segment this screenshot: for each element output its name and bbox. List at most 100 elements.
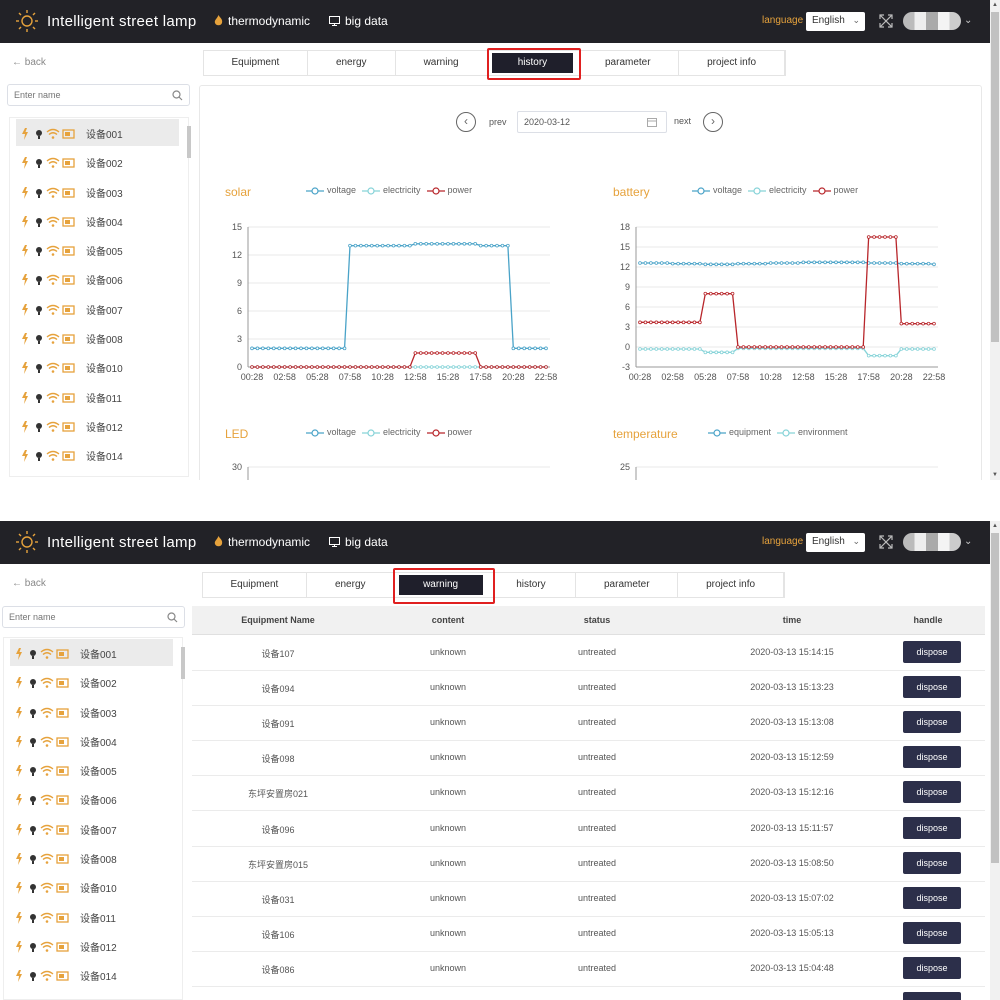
device-list-item[interactable]: 设备002 — [10, 147, 188, 176]
tab-energy[interactable]: energy — [307, 51, 396, 75]
device-list-item[interactable]: 设备001 — [10, 118, 188, 147]
calendar-icon[interactable] — [647, 117, 657, 127]
search-icon[interactable] — [167, 612, 178, 623]
nav-big-data[interactable]: big data — [329, 535, 388, 550]
data-point — [910, 261, 915, 266]
data-point — [823, 345, 827, 349]
user-avatar[interactable] — [903, 533, 961, 551]
dispose-button[interactable]: dispose — [903, 781, 961, 804]
tab-equipment[interactable]: Equipment — [204, 51, 308, 75]
tab-history[interactable]: history — [486, 573, 577, 597]
device-list-scroll-thumb[interactable] — [181, 647, 185, 679]
device-list-item[interactable]: 设备007 — [10, 294, 188, 323]
dispose-button[interactable]: dispose — [903, 641, 961, 663]
device-list-item[interactable]: 设备012 — [10, 411, 188, 440]
scroll-up-icon[interactable]: ▲ — [992, 523, 998, 529]
tab-project-info[interactable]: project info — [679, 51, 785, 75]
device-status-icons — [16, 676, 76, 690]
dispose-button[interactable]: dispose — [903, 746, 961, 769]
search-input[interactable] — [3, 607, 153, 627]
data-point — [538, 346, 543, 351]
device-list-item[interactable]: 设备001 — [4, 638, 182, 667]
dispose-button[interactable]: dispose — [903, 921, 961, 944]
next-day-button[interactable]: › — [703, 112, 723, 132]
device-list-item[interactable]: 设备011 — [4, 902, 182, 931]
device-list-item[interactable]: 设备003 — [4, 697, 182, 726]
back-link[interactable]: ← back — [12, 57, 46, 68]
legend-item[interactable]: equipment — [708, 427, 771, 437]
dispose-button[interactable]: dispose — [903, 676, 961, 699]
device-list-item[interactable]: 设备006 — [4, 784, 182, 813]
scroll-up-icon[interactable]: ▲ — [992, 2, 998, 8]
device-list-scroll-thumb[interactable] — [187, 126, 191, 158]
fullscreen-icon[interactable] — [879, 14, 893, 28]
scroll-down-icon[interactable]: ▼ — [992, 472, 998, 478]
legend-item[interactable]: voltage — [692, 185, 742, 195]
legend-item[interactable]: power — [812, 185, 858, 195]
legend-item[interactable]: voltage — [306, 427, 356, 437]
device-list-item[interactable]: 设备004 — [10, 206, 188, 235]
device-list-item[interactable]: 设备004 — [4, 726, 182, 755]
page-scrollbar[interactable]: ▲ — [990, 521, 1000, 1000]
search-icon[interactable] — [172, 90, 183, 101]
dispose-button[interactable] — [903, 992, 961, 1000]
device-list-item[interactable]: 设备003 — [10, 177, 188, 206]
device-list-item[interactable]: 设备010 — [10, 352, 188, 381]
tab-equipment[interactable]: Equipment — [203, 573, 307, 597]
back-link[interactable]: ← back — [12, 578, 46, 589]
legend-item[interactable]: power — [426, 427, 472, 437]
search-input[interactable] — [8, 85, 158, 105]
device-status-icons — [22, 156, 82, 170]
page-scrollbar[interactable]: ▲ ▼ — [990, 0, 1000, 480]
dispose-button[interactable]: dispose — [903, 851, 961, 874]
language-select[interactable]: English ⌄ — [806, 12, 865, 31]
user-menu-chevron-icon[interactable]: ⌄ — [964, 536, 972, 547]
legend-label: environment — [798, 427, 848, 437]
dispose-button[interactable]: dispose — [903, 816, 961, 839]
device-list-item[interactable]: 设备008 — [10, 323, 188, 352]
language-select[interactable]: English ⌄ — [806, 533, 865, 552]
tab-warning[interactable]: warning — [395, 51, 488, 75]
cell-name: 设备096 — [261, 824, 295, 835]
tab-project-info[interactable]: project info — [678, 573, 784, 597]
scroll-thumb[interactable] — [991, 12, 999, 342]
device-list-item[interactable]: 设备014 — [4, 960, 182, 989]
device-status-icons — [16, 793, 76, 807]
device-list-item[interactable]: 设备011 — [10, 382, 188, 411]
user-menu-chevron-icon[interactable]: ⌄ — [964, 15, 972, 26]
fullscreen-icon[interactable] — [879, 535, 893, 549]
nav-thermodynamic[interactable]: thermodynamic — [214, 535, 310, 550]
nav-big-data[interactable]: big data — [329, 14, 388, 29]
data-point — [921, 347, 925, 351]
legend-label: electricity — [769, 185, 807, 195]
prev-day-button[interactable]: ‹ — [456, 112, 476, 132]
dispose-button[interactable]: dispose — [903, 886, 961, 909]
legend-item[interactable]: electricity — [362, 427, 421, 437]
search-box[interactable] — [2, 606, 185, 628]
tab-parameter[interactable]: parameter — [577, 51, 680, 75]
device-list-item[interactable]: 设备008 — [4, 843, 182, 872]
legend-item[interactable]: power — [426, 185, 472, 195]
tab-energy[interactable]: energy — [306, 573, 395, 597]
device-list-item[interactable]: 设备014 — [10, 440, 188, 469]
legend-item[interactable]: environment — [777, 427, 848, 437]
legend-item[interactable]: voltage — [306, 185, 356, 195]
tab-parameter[interactable]: parameter — [576, 573, 679, 597]
device-list-item[interactable]: 设备012 — [4, 931, 182, 960]
device-list-item[interactable]: 设备005 — [4, 755, 182, 784]
dispose-button[interactable]: dispose — [903, 711, 961, 734]
date-picker[interactable]: 2020-03-12 — [517, 111, 667, 133]
dispose-button[interactable]: dispose — [903, 956, 961, 979]
device-list-item[interactable]: 设备005 — [10, 235, 188, 264]
data-point — [402, 243, 407, 248]
legend-item[interactable]: electricity — [748, 185, 807, 195]
device-list-item[interactable]: 设备010 — [4, 872, 182, 901]
legend-item[interactable]: electricity — [362, 185, 421, 195]
nav-thermodynamic[interactable]: thermodynamic — [214, 14, 310, 29]
device-list-item[interactable]: 设备006 — [10, 264, 188, 293]
scroll-thumb[interactable] — [991, 533, 999, 863]
device-list-item[interactable]: 设备002 — [4, 667, 182, 696]
user-avatar[interactable] — [903, 12, 961, 30]
search-box[interactable] — [7, 84, 190, 106]
device-list-item[interactable]: 设备007 — [4, 814, 182, 843]
